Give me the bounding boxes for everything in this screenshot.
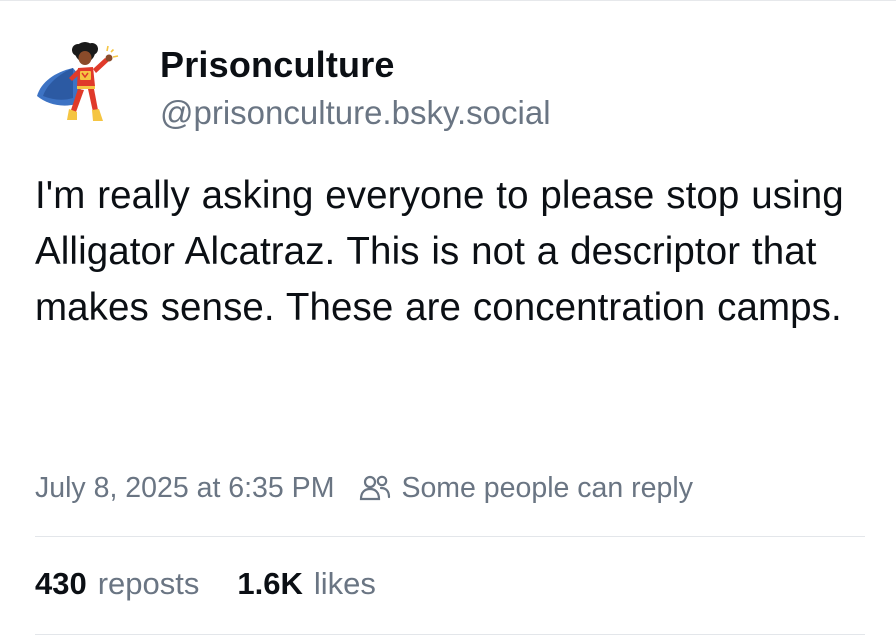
post-meta: July 8, 2025 at 6:35 PM Some people can …: [35, 468, 693, 508]
reply-settings-label: Some people can reply: [401, 471, 693, 504]
superhero-avatar-icon: [33, 38, 131, 136]
likes-count: 1.6K: [237, 566, 303, 601]
reply-settings[interactable]: Some people can reply: [358, 471, 693, 505]
post-thread-item: Prisonculture @prisonculture.bsky.social…: [0, 0, 896, 639]
stats-top-divider: [35, 536, 865, 537]
reposts-label: reposts: [97, 566, 200, 601]
likes-stat[interactable]: 1.6K likes: [237, 566, 376, 602]
author-avatar[interactable]: [33, 38, 131, 136]
reposts-count: 430: [35, 566, 87, 601]
post-stats: 430 reposts 1.6K likes: [35, 566, 376, 602]
author-display-name[interactable]: Prisonculture: [160, 44, 395, 86]
people-icon: [358, 471, 392, 505]
stats-bottom-divider: [35, 634, 865, 635]
author-handle[interactable]: @prisonculture.bsky.social: [160, 94, 551, 132]
post-text: I'm really asking everyone to please sto…: [35, 174, 844, 329]
likes-label: likes: [313, 566, 376, 601]
post-timestamp[interactable]: July 8, 2025 at 6:35 PM: [35, 472, 334, 505]
reposts-stat[interactable]: 430 reposts: [35, 566, 199, 602]
